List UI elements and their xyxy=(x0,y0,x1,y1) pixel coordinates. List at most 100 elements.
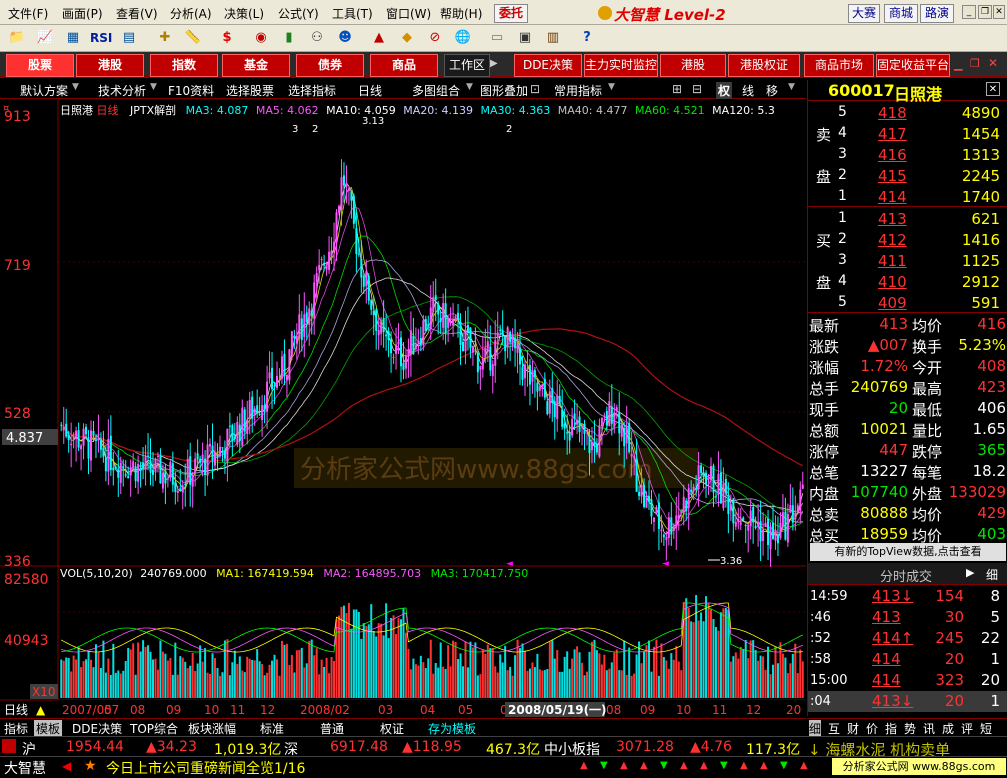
no-entry-icon[interactable]: ⊘ xyxy=(424,28,446,48)
entrust-button[interactable]: 委托 xyxy=(494,4,528,23)
tick-price[interactable]: 414 xyxy=(872,671,901,689)
multi-arrow-icon[interactable]: ▼ xyxy=(466,82,473,92)
binoculars-icon[interactable]: ⚇ xyxy=(306,28,328,48)
buy-price[interactable]: 410 xyxy=(878,273,907,291)
tab-hk-stocks[interactable]: 港股 xyxy=(660,54,726,77)
tab-indicator[interactable]: 指标 xyxy=(4,720,28,737)
menu-view[interactable]: 查看(V) xyxy=(116,5,158,22)
ticks-detail-button[interactable]: 细 xyxy=(986,566,998,583)
menu-view-screen[interactable]: 画面(P) xyxy=(62,5,103,22)
sell-price[interactable]: 417 xyxy=(878,125,907,143)
tab-fixed-income[interactable]: 固定收益平台 xyxy=(876,54,950,77)
tech-analysis-button[interactable]: 技术分析 xyxy=(98,82,146,99)
panel-tab[interactable]: 评 xyxy=(961,720,973,737)
prev-news-icon[interactable]: ◀ xyxy=(62,759,71,773)
panel-tab[interactable]: 价 xyxy=(866,720,878,737)
zoom-in-icon[interactable]: ⊞ xyxy=(672,82,682,96)
menu-analysis[interactable]: 分析(A) xyxy=(170,5,212,22)
trend-chart-icon[interactable]: 📈 xyxy=(34,28,56,48)
tab-standard[interactable]: 标准 xyxy=(260,720,284,737)
period-button[interactable]: 日线 xyxy=(358,82,382,99)
tick-price[interactable]: 414 xyxy=(872,650,901,668)
panel-tab[interactable]: 势 xyxy=(904,720,916,737)
bars-icon[interactable]: ▮ xyxy=(278,28,300,48)
topview-notice[interactable]: 有新的TopView数据,点击查看 xyxy=(810,543,1006,561)
buy-price[interactable]: 411 xyxy=(878,252,907,270)
tick-price[interactable]: 413↓ xyxy=(872,587,913,605)
zoom-out-icon[interactable]: ⊟ xyxy=(692,82,702,96)
sell-price[interactable]: 414 xyxy=(878,188,907,206)
common-arrow-icon[interactable]: ▼ xyxy=(608,82,615,92)
globe-icon[interactable]: 🌐 xyxy=(452,28,474,48)
tab-sector[interactable]: 板块涨幅 xyxy=(188,720,236,737)
tick-price[interactable]: 414↑ xyxy=(872,629,913,647)
multi-chart-button[interactable]: 多图组合 xyxy=(412,82,460,99)
tab-dde[interactable]: DDE决策 xyxy=(514,54,582,77)
crosshair-icon[interactable]: ✚ xyxy=(154,28,176,48)
tab-save-template[interactable]: 存为模板 xyxy=(428,720,476,737)
people-icon[interactable]: ☻ xyxy=(334,28,356,48)
panel-close-icon[interactable]: ✕ xyxy=(986,82,1000,96)
news-text[interactable]: 今日上市公司重磅新闻全览1/16 xyxy=(106,758,305,778)
tab-dde-decision[interactable]: DDE决策 xyxy=(72,720,122,737)
menu-window[interactable]: 窗口(W) xyxy=(386,5,431,22)
warning-icon[interactable]: ▲ xyxy=(368,28,390,48)
tab-commodity-market[interactable]: 商品市场 xyxy=(804,54,874,77)
menu-tools[interactable]: 工具(T) xyxy=(332,5,373,22)
select-stock-button[interactable]: 选择股票 xyxy=(226,82,274,99)
note-icon[interactable]: ▭ xyxy=(486,28,508,48)
sell-price[interactable]: 418 xyxy=(878,104,907,122)
sell-price[interactable]: 416 xyxy=(878,146,907,164)
tab-normal[interactable]: 普通 xyxy=(320,720,344,737)
tab-hk-warrants[interactable]: 港股权证 xyxy=(728,54,800,77)
tab-top[interactable]: TOP综合 xyxy=(130,720,178,737)
books-icon[interactable]: ▥ xyxy=(542,28,564,48)
tick-price[interactable]: 413 xyxy=(872,608,901,626)
open-folder-icon[interactable]: 📁 xyxy=(6,28,28,48)
tab-fund[interactable]: 基金 xyxy=(222,54,290,77)
tech-arrow-icon[interactable]: ▼ xyxy=(150,82,157,92)
ticks-arrow-icon[interactable]: ▶ xyxy=(966,566,974,579)
workspace-arrow-icon[interactable]: ▶ xyxy=(490,58,498,69)
help-icon[interactable]: ? xyxy=(576,28,598,48)
select-indicator-button[interactable]: 选择指标 xyxy=(288,82,336,99)
panel-tab[interactable]: 互 xyxy=(828,720,840,737)
tab-index[interactable]: 指数 xyxy=(150,54,218,77)
panel-tab[interactable]: 讯 xyxy=(923,720,935,737)
scheme-arrow-icon[interactable]: ▼ xyxy=(72,82,79,92)
more-arrow-icon[interactable]: ▼ xyxy=(788,82,795,92)
tab-bond[interactable]: 债券 xyxy=(296,54,364,77)
move-button[interactable]: 移 xyxy=(766,82,778,99)
tab-commodity[interactable]: 商品 xyxy=(370,54,438,77)
table-icon[interactable]: ▤ xyxy=(118,28,140,48)
tab-warrant[interactable]: 权证 xyxy=(380,720,404,737)
grid-icon[interactable]: ▦ xyxy=(62,28,84,48)
panel-tab[interactable]: 细 xyxy=(809,720,822,737)
contest-button[interactable]: 大赛 xyxy=(848,4,880,23)
up-triangle-icon[interactable]: ▲ xyxy=(36,703,46,717)
tab-stocks[interactable]: 股票 xyxy=(6,54,74,77)
inner-close-icon[interactable]: ✕ xyxy=(988,56,998,70)
dollar-icon[interactable]: $ xyxy=(216,28,238,48)
common-indicator-button[interactable]: 常用指标 xyxy=(554,82,602,99)
corner-marker-icon[interactable]: ¤ xyxy=(3,103,9,114)
restore-icon[interactable]: ❐ xyxy=(978,5,992,19)
diamond-icon[interactable]: ◆ xyxy=(396,28,418,48)
roadshow-button[interactable]: 路演 xyxy=(920,4,954,23)
panel-tab[interactable]: 短 xyxy=(980,720,992,737)
tab-workspace[interactable]: 工作区 xyxy=(444,54,490,77)
menu-help[interactable]: 帮助(H) xyxy=(440,5,482,22)
window-icon[interactable]: ▣ xyxy=(514,28,536,48)
inner-restore-icon[interactable]: ❐ xyxy=(970,57,980,70)
scheme-button[interactable]: 默认方案 xyxy=(20,82,68,99)
panel-tab[interactable]: 财 xyxy=(847,720,859,737)
tab-template[interactable]: 模板 xyxy=(34,720,63,737)
menu-decision[interactable]: 决策(L) xyxy=(224,5,264,22)
chart-area[interactable]: 分析家公式网www.88gs.com 913 719 528 4.837 336… xyxy=(0,100,806,717)
sell-price[interactable]: 415 xyxy=(878,167,907,185)
tab-monitor[interactable]: 主力实时监控 xyxy=(584,54,658,77)
f10-button[interactable]: F10资料 xyxy=(168,82,214,99)
minimize-icon[interactable]: _ xyxy=(962,5,976,19)
line-button[interactable]: 线 xyxy=(742,82,754,99)
tick-price[interactable]: 413↓ xyxy=(872,692,913,710)
